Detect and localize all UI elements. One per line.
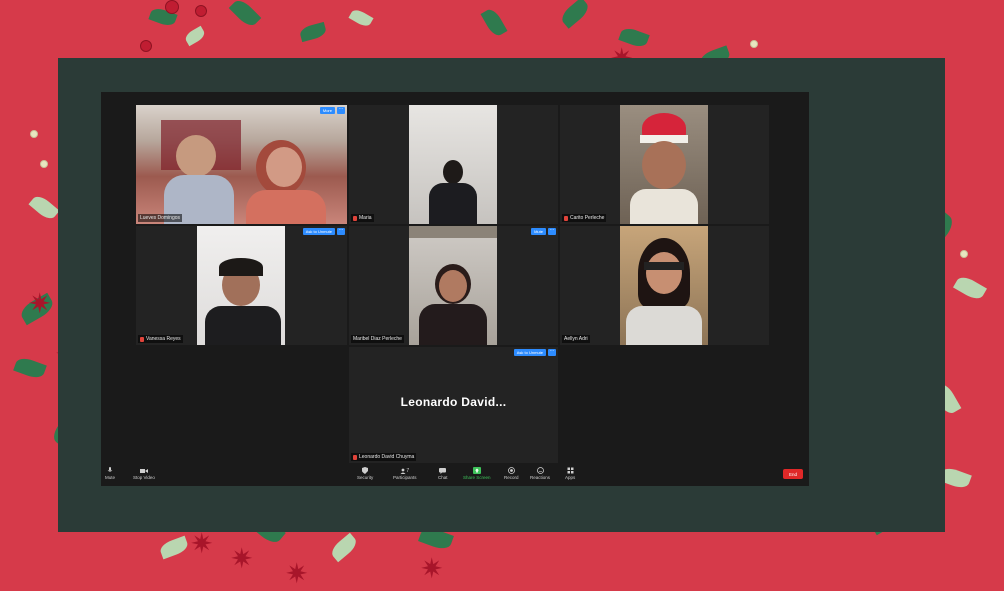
participants-icon: 7 <box>398 467 412 474</box>
microphone-icon <box>106 467 114 474</box>
more-options-button[interactable]: ··· <box>548 349 556 356</box>
participant-name: Carito Perleche <box>570 215 605 221</box>
apps-icon <box>566 467 574 474</box>
more-options-button[interactable]: ··· <box>548 228 556 235</box>
participant-tile-7[interactable]: Leonardo David... Ask to Unmute ··· Leon… <box>349 347 558 463</box>
participant-name: Vanessa Reyes <box>146 336 181 342</box>
participant-tile-3[interactable]: Carito Perleche <box>560 105 769 224</box>
participant-video <box>136 105 347 224</box>
participant-name: Maribel Diaz Perleche <box>353 336 402 342</box>
video-camera-icon <box>139 467 148 474</box>
reactions-control[interactable]: Reactions <box>530 467 550 480</box>
participant-video <box>620 226 708 345</box>
meeting-toolbar: Mute Stop Video Security 7 Participants <box>101 464 809 486</box>
participant-name-tag: Lueves Domingos <box>138 214 183 222</box>
participant-video <box>409 226 497 345</box>
smiley-icon <box>536 467 544 474</box>
share-screen-label: Share Screen <box>463 475 491 480</box>
security-control[interactable]: Security <box>357 467 373 480</box>
end-meeting-button[interactable]: End <box>783 469 803 479</box>
mic-muted-icon <box>353 454 357 460</box>
mic-muted-icon <box>353 215 357 221</box>
mic-muted-icon <box>140 336 144 342</box>
participant-tile-5[interactable]: Mute ··· Maribel Diaz Perleche <box>349 226 558 345</box>
more-options-button[interactable]: ··· <box>337 107 345 114</box>
participant-tile-2[interactable]: Maria <box>349 105 558 224</box>
participant-video <box>409 105 497 224</box>
zoom-meeting-window: More ··· Lueves Domingos Maria Carito Pe… <box>101 92 809 486</box>
more-options-button[interactable]: ··· <box>337 228 345 235</box>
participant-name-tag: Vanessa Reyes <box>138 335 183 343</box>
shield-icon <box>361 467 369 474</box>
participants-label: Participants <box>393 475 417 480</box>
security-label: Security <box>357 475 374 480</box>
participant-name: Aellyn Adri <box>564 336 588 342</box>
participant-video <box>197 226 285 345</box>
participant-tile-4[interactable]: Ask to Unmute ··· Vanessa Reyes <box>136 226 347 345</box>
chat-control[interactable]: Chat <box>438 467 448 480</box>
participant-name-tag: Leonardo David Chuyma <box>351 453 417 461</box>
participants-control[interactable]: 7 Participants <box>393 467 417 481</box>
participant-name-tag: Maribel Diaz Perleche <box>351 335 404 343</box>
apps-label: Apps <box>565 475 576 480</box>
participant-name: Lueves Domingos <box>140 215 181 221</box>
participants-count: 7 <box>406 467 410 474</box>
apps-control[interactable]: Apps <box>565 467 575 480</box>
record-control[interactable]: Record <box>504 467 519 480</box>
stop-video-control[interactable]: Stop Video <box>133 467 155 480</box>
mic-muted-icon <box>564 215 568 221</box>
mute-control[interactable]: Mute <box>105 467 115 480</box>
reactions-label: Reactions <box>530 475 551 480</box>
share-screen-icon <box>472 467 481 474</box>
participant-display-name: Leonardo David... <box>400 395 507 409</box>
participant-tile-1[interactable]: More ··· Lueves Domingos <box>136 105 347 224</box>
participant-video <box>620 105 708 224</box>
participant-name: Maria <box>359 215 372 221</box>
mute-button[interactable]: Mute <box>531 228 546 235</box>
participant-name-tag: Aellyn Adri <box>562 335 590 343</box>
stop-video-label: Stop Video <box>133 475 155 480</box>
share-screen-control[interactable]: Share Screen <box>463 467 491 480</box>
participant-tile-6[interactable]: Aellyn Adri <box>560 226 769 345</box>
record-icon <box>507 467 515 474</box>
ask-to-unmute-button[interactable]: Ask to Unmute <box>302 228 335 235</box>
participant-name: Leonardo David Chuyma <box>359 454 415 460</box>
more-button[interactable]: More <box>319 107 335 114</box>
chat-bubble-icon <box>439 467 447 474</box>
record-label: Record <box>504 475 519 480</box>
chat-label: Chat <box>438 475 448 480</box>
participant-name-tag: Carito Perleche <box>562 214 607 222</box>
participant-name-tag: Maria <box>351 214 374 222</box>
mute-label: Mute <box>105 475 116 480</box>
ask-to-unmute-button[interactable]: Ask to Unmute <box>513 349 546 356</box>
